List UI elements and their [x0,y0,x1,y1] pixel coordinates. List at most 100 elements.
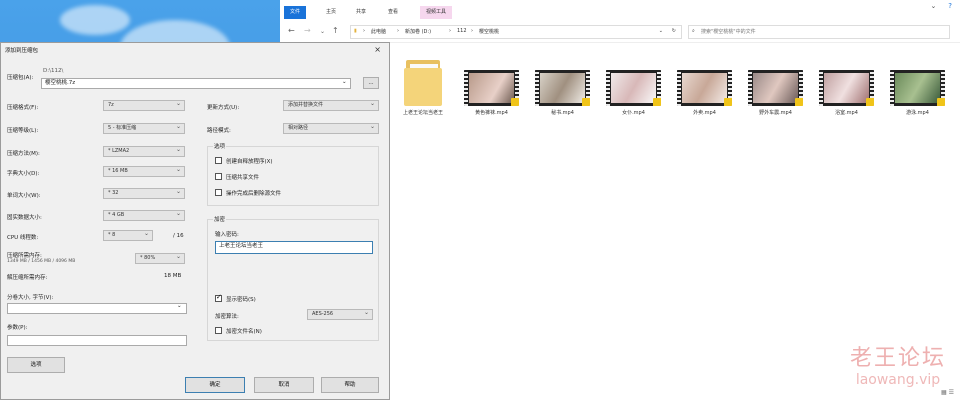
chevron-down-icon[interactable]: ⌄ [320,28,325,35]
breadcrumb-folder[interactable]: 樱空桃桃 [479,28,499,35]
video-badge-icon [795,98,803,106]
breadcrumb-this-pc[interactable]: 此电脑 [371,28,386,35]
dict-select[interactable]: * 16 MB [103,165,185,177]
address-box[interactable]: ▮ › 此电脑 › 新加卷 (D:) › 112 › 樱空桃桃 ⌄ ↻ [350,25,682,39]
chevron-down-icon[interactable]: ⌄ [177,303,182,309]
video-thumbnail [890,70,945,106]
file-name: 秘书.mp4 [551,110,574,116]
update-select[interactable]: 添加并替换文件 [283,99,379,111]
params-label: 参数(P): [7,325,28,331]
video-badge-icon [724,98,732,106]
search-box[interactable]: ⌕ 搜索"樱空桃桃"中的文件 [688,25,950,39]
chevron-down-icon[interactable]: ⌄ [659,28,663,34]
tab-share[interactable]: 共享 [350,6,372,19]
path-mode-select[interactable]: 相对路径 [283,122,379,134]
cpu-select[interactable]: * 8 [103,229,153,241]
solid-label: 固实数据大小: [7,215,42,221]
sfx-checkbox[interactable] [215,157,222,164]
solid-select[interactable]: * 4 GB [103,209,185,221]
ok-button[interactable]: 确定 [185,377,245,393]
encrypt-names-label: 加密文件名(N) [226,329,262,335]
sfx-label: 创建自释放程序(X) [226,159,273,165]
video-thumbnail [535,70,590,106]
archive-name-combo[interactable]: 樱空桃桃.7z [41,78,351,89]
file-item-video[interactable]: 黄色裤袜.mp4 [464,70,519,116]
chevron-down-icon[interactable]: ⌄ [342,79,347,85]
browse-button[interactable]: ... [363,77,379,89]
tab-file[interactable]: 文件 [284,6,307,19]
level-select[interactable]: 5 - 标准压缩 [103,122,185,134]
format-select[interactable]: 7z [103,99,185,111]
view-toggle-icons[interactable]: ▦ ☰ [941,389,954,396]
video-badge-icon [937,98,945,106]
video-thumbnail [464,70,519,106]
folder-icon: ▮ [354,28,357,34]
file-item-folder[interactable]: 上老王论坛当老王 [398,56,448,116]
tab-home[interactable]: 主页 [320,6,342,19]
help-button[interactable]: 帮助 [321,377,379,393]
delete-after-checkbox[interactable] [215,189,222,196]
split-volume-combo[interactable] [7,303,187,314]
video-badge-icon [511,98,519,106]
watermark-en: laowang.vip [855,372,941,388]
mem-percent-select[interactable]: * 80% [135,252,185,264]
encrypt-names-checkbox[interactable] [215,327,222,334]
video-thumbnail [819,70,874,106]
site-watermark: 老王论坛 laowang.vip [850,340,946,388]
path-mode-label: 路径模式: [207,128,231,134]
enc-method-select[interactable]: AES-256 [307,308,373,320]
file-name: 游泳.mp4 [906,110,929,116]
tab-view[interactable]: 查看 [382,6,404,19]
forward-arrow-icon[interactable]: → [304,26,311,35]
up-arrow-icon[interactable]: ↑ [332,26,339,35]
help-icon[interactable]: ? [948,2,952,10]
file-name: 野外车震.mp4 [759,110,792,116]
file-item-video[interactable]: 秘书.mp4 [535,70,590,116]
chevron-down-icon[interactable]: ⌄ [930,2,936,10]
mem-detail: 1349 MB / 1456 MB / 4096 MB [7,259,76,264]
tab-video-tools[interactable]: 视频工具 [420,6,453,19]
breadcrumb-drive[interactable]: 新加卷 (D:) [405,28,431,35]
refresh-icon[interactable]: ↻ [672,28,676,34]
params-input[interactable] [7,335,187,346]
show-password-checkbox[interactable] [215,293,222,302]
archive-path: D:\112\ [43,68,64,74]
watermark-cn: 老王论坛 [849,346,946,371]
dialog-title: 添加到压缩包 [5,48,39,54]
cancel-button[interactable]: 取消 [254,377,314,393]
cloud [60,5,130,35]
encryption-group-title: 加密 [213,215,227,223]
shared-checkbox[interactable] [215,173,222,180]
add-to-archive-dialog: 添加到压缩包 × 压缩包(A): D:\112\ 樱空桃桃.7z ⌄ ... 压… [0,42,390,400]
method-select[interactable]: * LZMA2 [103,145,185,157]
file-item-video[interactable]: 野外车震.mp4 [748,70,803,116]
file-item-video[interactable]: 游泳.mp4 [890,70,945,116]
video-thumbnail [606,70,661,106]
update-label: 更新方式(U): [207,105,240,111]
cpu-label: CPU 线程数: [7,235,39,241]
breadcrumb-112[interactable]: 112 [457,28,467,34]
file-name: 外卖.mp4 [693,110,716,116]
close-icon[interactable]: × [374,45,381,54]
decomp-label: 解压缩所需内存: [7,275,48,281]
options-button[interactable]: 选项 [7,357,65,373]
file-item-video[interactable]: 浴室.mp4 [819,70,874,116]
word-select[interactable]: * 32 [103,187,185,199]
file-item-video[interactable]: 外卖.mp4 [677,70,732,116]
password-label: 输入密码: [215,232,239,238]
password-input[interactable]: 上老王论坛当老王 [215,241,373,254]
method-label: 压缩方法(M): [7,151,40,157]
mem-label: 压缩所需内存: [7,253,42,259]
back-arrow-icon[interactable]: ← [288,26,295,35]
folder-icon [404,56,442,106]
options-group-title: 选项 [213,142,227,150]
video-badge-icon [866,98,874,106]
delete-after-label: 操作完成后删除源文件 [226,191,282,197]
show-password-label: 显示密码(S) [226,297,256,303]
file-name: 女仆.mp4 [622,110,645,116]
file-item-video[interactable]: 女仆.mp4 [606,70,661,116]
file-name: 浴室.mp4 [835,110,858,116]
window-controls: ⌄ ? [920,2,952,10]
search-placeholder: 搜索"樱空桃桃"中的文件 [701,29,756,35]
format-label: 压缩格式(F): [7,105,39,111]
